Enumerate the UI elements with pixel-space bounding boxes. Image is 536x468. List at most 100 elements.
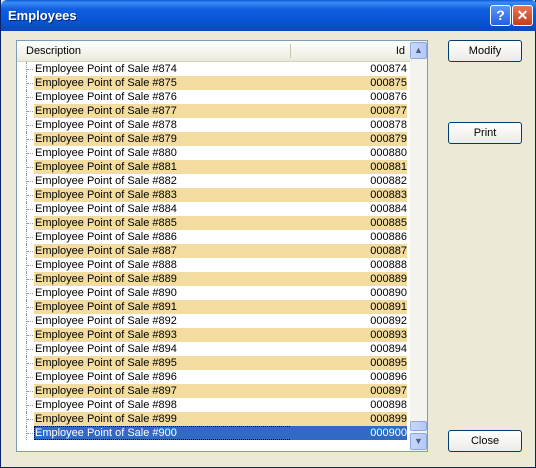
row-id: 000895: [291, 356, 407, 370]
close-window-button[interactable]: ✕: [512, 5, 533, 26]
tree-line-icon: [21, 398, 33, 412]
row-description: Employee Point of Sale #882: [35, 175, 177, 187]
tree-line-icon: [21, 90, 33, 104]
title-bar[interactable]: Employees ? ✕: [1, 0, 536, 31]
table-row[interactable]: Employee Point of Sale #883 000883: [17, 188, 410, 202]
tree-line-icon: [21, 426, 33, 440]
table-row[interactable]: Employee Point of Sale #884 000884: [17, 202, 410, 216]
table-row[interactable]: Employee Point of Sale #895 000895: [17, 356, 410, 370]
scroll-up-icon[interactable]: ▲: [410, 42, 427, 59]
row-description: Employee Point of Sale #895: [34, 356, 292, 370]
table-row[interactable]: Employee Point of Sale #874 000874: [17, 62, 410, 76]
row-id: 000874: [370, 63, 407, 75]
row-id: 000884: [370, 203, 407, 215]
table-row[interactable]: Employee Point of Sale #892 000892: [17, 314, 410, 328]
row-description: Employee Point of Sale #880: [35, 147, 177, 159]
table-row[interactable]: Employee Point of Sale #879 000879: [17, 132, 410, 146]
help-button[interactable]: ?: [490, 5, 511, 26]
table-row[interactable]: Employee Point of Sale #877 000877: [17, 104, 410, 118]
row-id: 000887: [291, 244, 407, 258]
column-header-id[interactable]: Id: [291, 41, 405, 61]
table-row[interactable]: Employee Point of Sale #885 000885: [17, 216, 410, 230]
scroll-down-icon[interactable]: ▼: [410, 433, 427, 450]
table-row[interactable]: Employee Point of Sale #898 000898: [17, 398, 410, 412]
table-row[interactable]: Employee Point of Sale #894 000894: [17, 342, 410, 356]
row-description: Employee Point of Sale #879: [34, 132, 292, 146]
row-id: 000899: [291, 412, 407, 426]
tree-line-icon: [21, 356, 33, 370]
tree-line-icon: [21, 146, 33, 160]
row-description: Employee Point of Sale #896: [35, 371, 177, 383]
table-row[interactable]: Employee Point of Sale #890 000890: [17, 286, 410, 300]
employee-list[interactable]: Description Id Employee Point of Sale #8…: [16, 40, 428, 452]
row-description: Employee Point of Sale #893: [34, 328, 292, 342]
tree-line-icon: [21, 286, 33, 300]
row-id: 000883: [291, 188, 407, 202]
table-row[interactable]: Employee Point of Sale #887 000887: [17, 244, 410, 258]
row-id: 000893: [291, 328, 407, 342]
row-description: Employee Point of Sale #876: [35, 91, 177, 103]
tree-line-icon: [21, 160, 33, 174]
table-row[interactable]: Employee Point of Sale #882 000882: [17, 174, 410, 188]
table-row[interactable]: Employee Point of Sale #897 000897: [17, 384, 410, 398]
tree-line-icon: [21, 202, 33, 216]
table-row[interactable]: Employee Point of Sale #876 000876: [17, 90, 410, 104]
row-description: Employee Point of Sale #890: [35, 287, 177, 299]
table-row[interactable]: Employee Point of Sale #878 000878: [17, 118, 410, 132]
table-row[interactable]: Employee Point of Sale #889 000889: [17, 272, 410, 286]
tree-line-icon: [21, 118, 33, 132]
row-description: Employee Point of Sale #889: [34, 272, 292, 286]
tree-line-icon: [21, 216, 33, 230]
row-id: 000888: [370, 259, 407, 271]
table-row[interactable]: Employee Point of Sale #886 000886: [17, 230, 410, 244]
table-row[interactable]: Employee Point of Sale #891 000891: [17, 300, 410, 314]
table-row[interactable]: Employee Point of Sale #900 000900: [17, 426, 410, 440]
row-description: Employee Point of Sale #878: [35, 119, 177, 131]
table-row[interactable]: Employee Point of Sale #893 000893: [17, 328, 410, 342]
tree-line-icon: [21, 300, 33, 314]
row-id: 000875: [291, 76, 407, 90]
print-button[interactable]: Print: [448, 122, 522, 144]
row-description: Employee Point of Sale #900: [34, 426, 292, 440]
table-row[interactable]: Employee Point of Sale #881 000881: [17, 160, 410, 174]
row-id: 000885: [291, 216, 407, 230]
row-description: Employee Point of Sale #897: [34, 384, 292, 398]
row-description: Employee Point of Sale #898: [35, 399, 177, 411]
tree-line-icon: [21, 412, 33, 426]
row-id: 000889: [291, 272, 407, 286]
row-id: 000882: [370, 175, 407, 187]
row-description: Employee Point of Sale #875: [34, 76, 292, 90]
row-id: 000879: [291, 132, 407, 146]
row-id: 000890: [370, 287, 407, 299]
row-id: 000891: [291, 300, 407, 314]
employees-window: Employees ? ✕ Description Id Employee Po…: [0, 0, 536, 468]
close-button[interactable]: Close: [448, 430, 522, 452]
modify-button[interactable]: Modify: [448, 40, 522, 62]
tree-line-icon: [21, 104, 33, 118]
row-description: Employee Point of Sale #887: [34, 244, 292, 258]
row-id: 000898: [370, 399, 407, 411]
row-description: Employee Point of Sale #899: [34, 412, 292, 426]
table-row[interactable]: Employee Point of Sale #880 000880: [17, 146, 410, 160]
vertical-scrollbar[interactable]: ▲ ▼: [410, 41, 427, 451]
row-id: 000892: [370, 315, 407, 327]
table-row[interactable]: Employee Point of Sale #875 000875: [17, 76, 410, 90]
row-description: Employee Point of Sale #881: [34, 160, 292, 174]
tree-line-icon: [21, 188, 33, 202]
row-description: Employee Point of Sale #888: [35, 259, 177, 271]
window-title: Employees: [8, 8, 77, 23]
row-id: 000881: [291, 160, 407, 174]
tree-line-icon: [21, 258, 33, 272]
tree-line-icon: [21, 272, 33, 286]
row-id: 000877: [291, 104, 407, 118]
row-description: Employee Point of Sale #892: [35, 315, 177, 327]
table-row[interactable]: Employee Point of Sale #896 000896: [17, 370, 410, 384]
row-description: Employee Point of Sale #874: [35, 63, 177, 75]
scroll-thumb[interactable]: [410, 421, 427, 431]
tree-line-icon: [21, 244, 33, 258]
table-row[interactable]: Employee Point of Sale #899 000899: [17, 412, 410, 426]
column-header-description[interactable]: Description: [26, 41, 81, 61]
tree-line-icon: [21, 314, 33, 328]
row-description: Employee Point of Sale #894: [35, 343, 177, 355]
table-row[interactable]: Employee Point of Sale #888 000888: [17, 258, 410, 272]
